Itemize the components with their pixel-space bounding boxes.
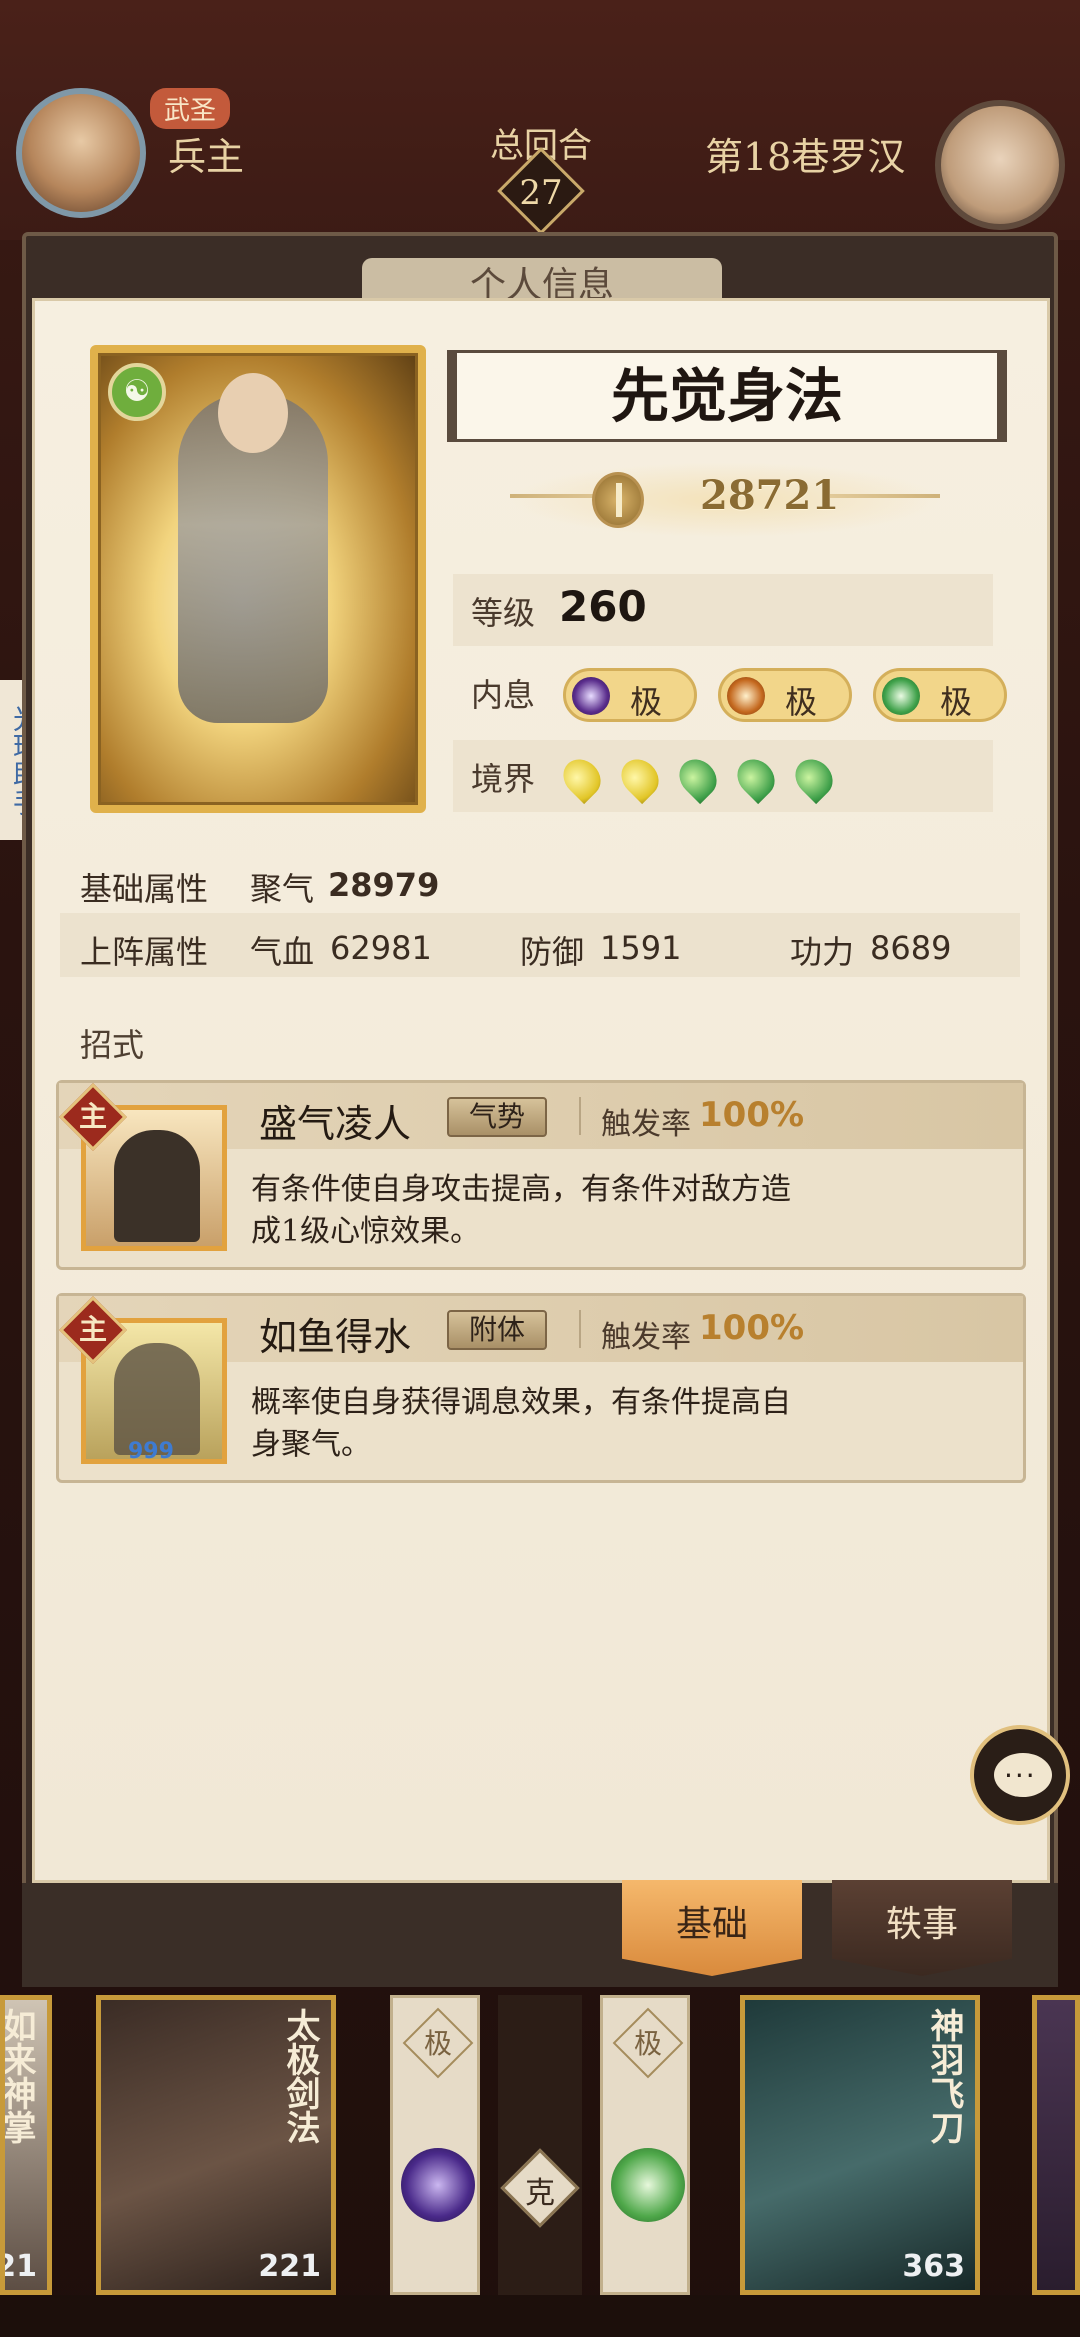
- round-number: 27: [519, 173, 563, 213]
- chat-button[interactable]: ···: [970, 1725, 1070, 1825]
- deploy-attr-name-hp: 气血: [250, 933, 315, 971]
- moves-section-label: 招式: [80, 1026, 145, 1064]
- bottom-card-title: 神羽飞刀: [924, 2008, 964, 2144]
- neixi-grade-1: 极: [630, 683, 663, 721]
- bottom-card-value: 221: [5, 2249, 37, 2284]
- center-slot-label: 克: [525, 2176, 555, 2211]
- character-head: [218, 373, 288, 453]
- skill-description-line: 有条件使自身攻击提高，有条件对敌方造: [251, 1172, 791, 1207]
- right-player-avatar[interactable]: [935, 100, 1065, 230]
- level-row: 等级 260: [453, 574, 993, 646]
- bottom-card-value: 221: [258, 2249, 321, 2284]
- main-badge-text: 主: [78, 1313, 107, 1346]
- left-player-avatar[interactable]: [16, 88, 146, 218]
- skill-name: 如鱼得水: [259, 1315, 412, 1359]
- slot-label: 极: [423, 2027, 452, 2060]
- trigger-rate-label: 触发率: [601, 1107, 691, 1142]
- bottom-card[interactable]: 神羽飞刀 363: [740, 1995, 980, 2295]
- power-row: 28721: [510, 462, 940, 538]
- orange-orb-icon: [727, 677, 765, 715]
- neixi-pill-1[interactable]: 极: [563, 668, 697, 722]
- skill-description-line: 身聚气。: [251, 1427, 371, 1462]
- skill-type-tag: 附体: [447, 1310, 547, 1350]
- main-badge-text: 主: [78, 1100, 107, 1133]
- bottom-card-title: 如来神掌: [0, 2008, 36, 2144]
- skill-name: 盛气凌人: [259, 1102, 412, 1146]
- trigger-rate-value: 100%: [699, 1308, 805, 1348]
- right-player-name: 第18巷罗汉: [705, 135, 906, 179]
- neixi-row: 内息 极 极 极: [453, 656, 1007, 728]
- neixi-grade-2: 极: [785, 683, 818, 721]
- divider: [579, 1310, 581, 1348]
- purple-orb-icon: [572, 677, 610, 715]
- silhouette-figure-icon: [114, 1130, 200, 1242]
- trigger-rate-label: 触发率: [601, 1320, 691, 1355]
- realm-drop-icon: [613, 751, 667, 805]
- skill-name-plate: 先觉身法: [447, 350, 1007, 442]
- bottom-card-value: 363: [902, 2249, 965, 2284]
- deploy-attr-name-def: 防御: [520, 933, 585, 971]
- neixi-label: 内息: [471, 676, 536, 714]
- deploy-attr-name-power: 功力: [790, 933, 855, 971]
- level-value: 260: [559, 582, 647, 631]
- base-attr-label: 基础属性: [80, 870, 209, 908]
- skill-type-tag: 气势: [447, 1097, 547, 1137]
- realm-row: 境界: [453, 740, 993, 812]
- base-attr-name: 聚气: [250, 870, 315, 908]
- deploy-attr-value-hp: 62981: [330, 929, 432, 967]
- realm-drop-icon: [729, 751, 783, 805]
- skill-icon-level: 999: [128, 1439, 174, 1464]
- wind-swirl-icon: ☯: [108, 363, 166, 421]
- skill-description: 有条件使自身攻击提高，有条件对敌方造 成1级心惊效果。: [251, 1169, 951, 1253]
- neixi-pill-3[interactable]: 极: [873, 668, 1007, 722]
- deploy-attr-value-def: 1591: [600, 929, 682, 967]
- bottom-card[interactable]: 太极剑法 221: [96, 1995, 336, 2295]
- neixi-grade-3: 极: [940, 683, 973, 721]
- realm-drop-icon: [787, 751, 841, 805]
- neixi-pill-2[interactable]: 极: [718, 668, 852, 722]
- bottom-card-partial[interactable]: [1032, 1995, 1080, 2295]
- deploy-attr-label: 上阵属性: [80, 933, 209, 971]
- left-player-name: 兵主: [168, 135, 245, 179]
- left-player-rank-badge: 武圣: [150, 88, 231, 129]
- trigger-rate-value: 100%: [699, 1095, 805, 1135]
- base-attr-row: 基础属性 聚气 28979: [60, 850, 1020, 914]
- base-attr-value: 28979: [328, 866, 440, 904]
- center-slot: [498, 1995, 582, 2295]
- card-art: [1037, 2000, 1075, 2290]
- skill-description-line: 概率使自身获得调息效果，有条件提高自: [251, 1385, 791, 1420]
- slot-label: 极: [633, 2027, 662, 2060]
- divider: [579, 1097, 581, 1135]
- level-label: 等级: [471, 594, 536, 632]
- realm-label: 境界: [471, 760, 536, 798]
- skill-description-line: 成1级心惊效果。: [251, 1214, 481, 1249]
- bottom-card[interactable]: 如来神掌 221: [0, 1995, 52, 2295]
- neixi-slot[interactable]: 极: [390, 1995, 480, 2295]
- skill-entry[interactable]: 主 盛气凌人 气势 触发率 100% 有条件使自身攻击提高，有条件对敌方造 成1…: [56, 1080, 1026, 1270]
- skill-entry[interactable]: 999 主 如鱼得水 附体 触发率 100% 概率使自身获得调息效果，有条件提高…: [56, 1293, 1026, 1483]
- tab-anecdote[interactable]: 轶事: [832, 1880, 1012, 1976]
- realm-drop-icon: [671, 751, 725, 805]
- tab-basic[interactable]: 基础: [622, 1880, 802, 1976]
- realm-drop-icon: [555, 751, 609, 805]
- deploy-attr-row: 上阵属性 气血 62981 防御 1591 功力 8689: [60, 913, 1020, 977]
- neixi-slot[interactable]: 极: [600, 1995, 690, 2295]
- purple-orb-icon: [401, 2148, 475, 2222]
- skill-card-art[interactable]: ☯: [90, 345, 426, 813]
- power-value: 28721: [700, 472, 840, 519]
- bottom-card-title: 太极剑法: [280, 2008, 320, 2144]
- green-orb-icon: [882, 677, 920, 715]
- sword-power-icon: [592, 472, 644, 528]
- bottom-strip: [0, 2295, 1080, 2337]
- deploy-attr-value-power: 8689: [870, 929, 952, 967]
- skill-description: 概率使自身获得调息效果，有条件提高自 身聚气。: [251, 1382, 951, 1466]
- chat-dots: ···: [1004, 1759, 1037, 1792]
- green-orb-icon: [611, 2148, 685, 2222]
